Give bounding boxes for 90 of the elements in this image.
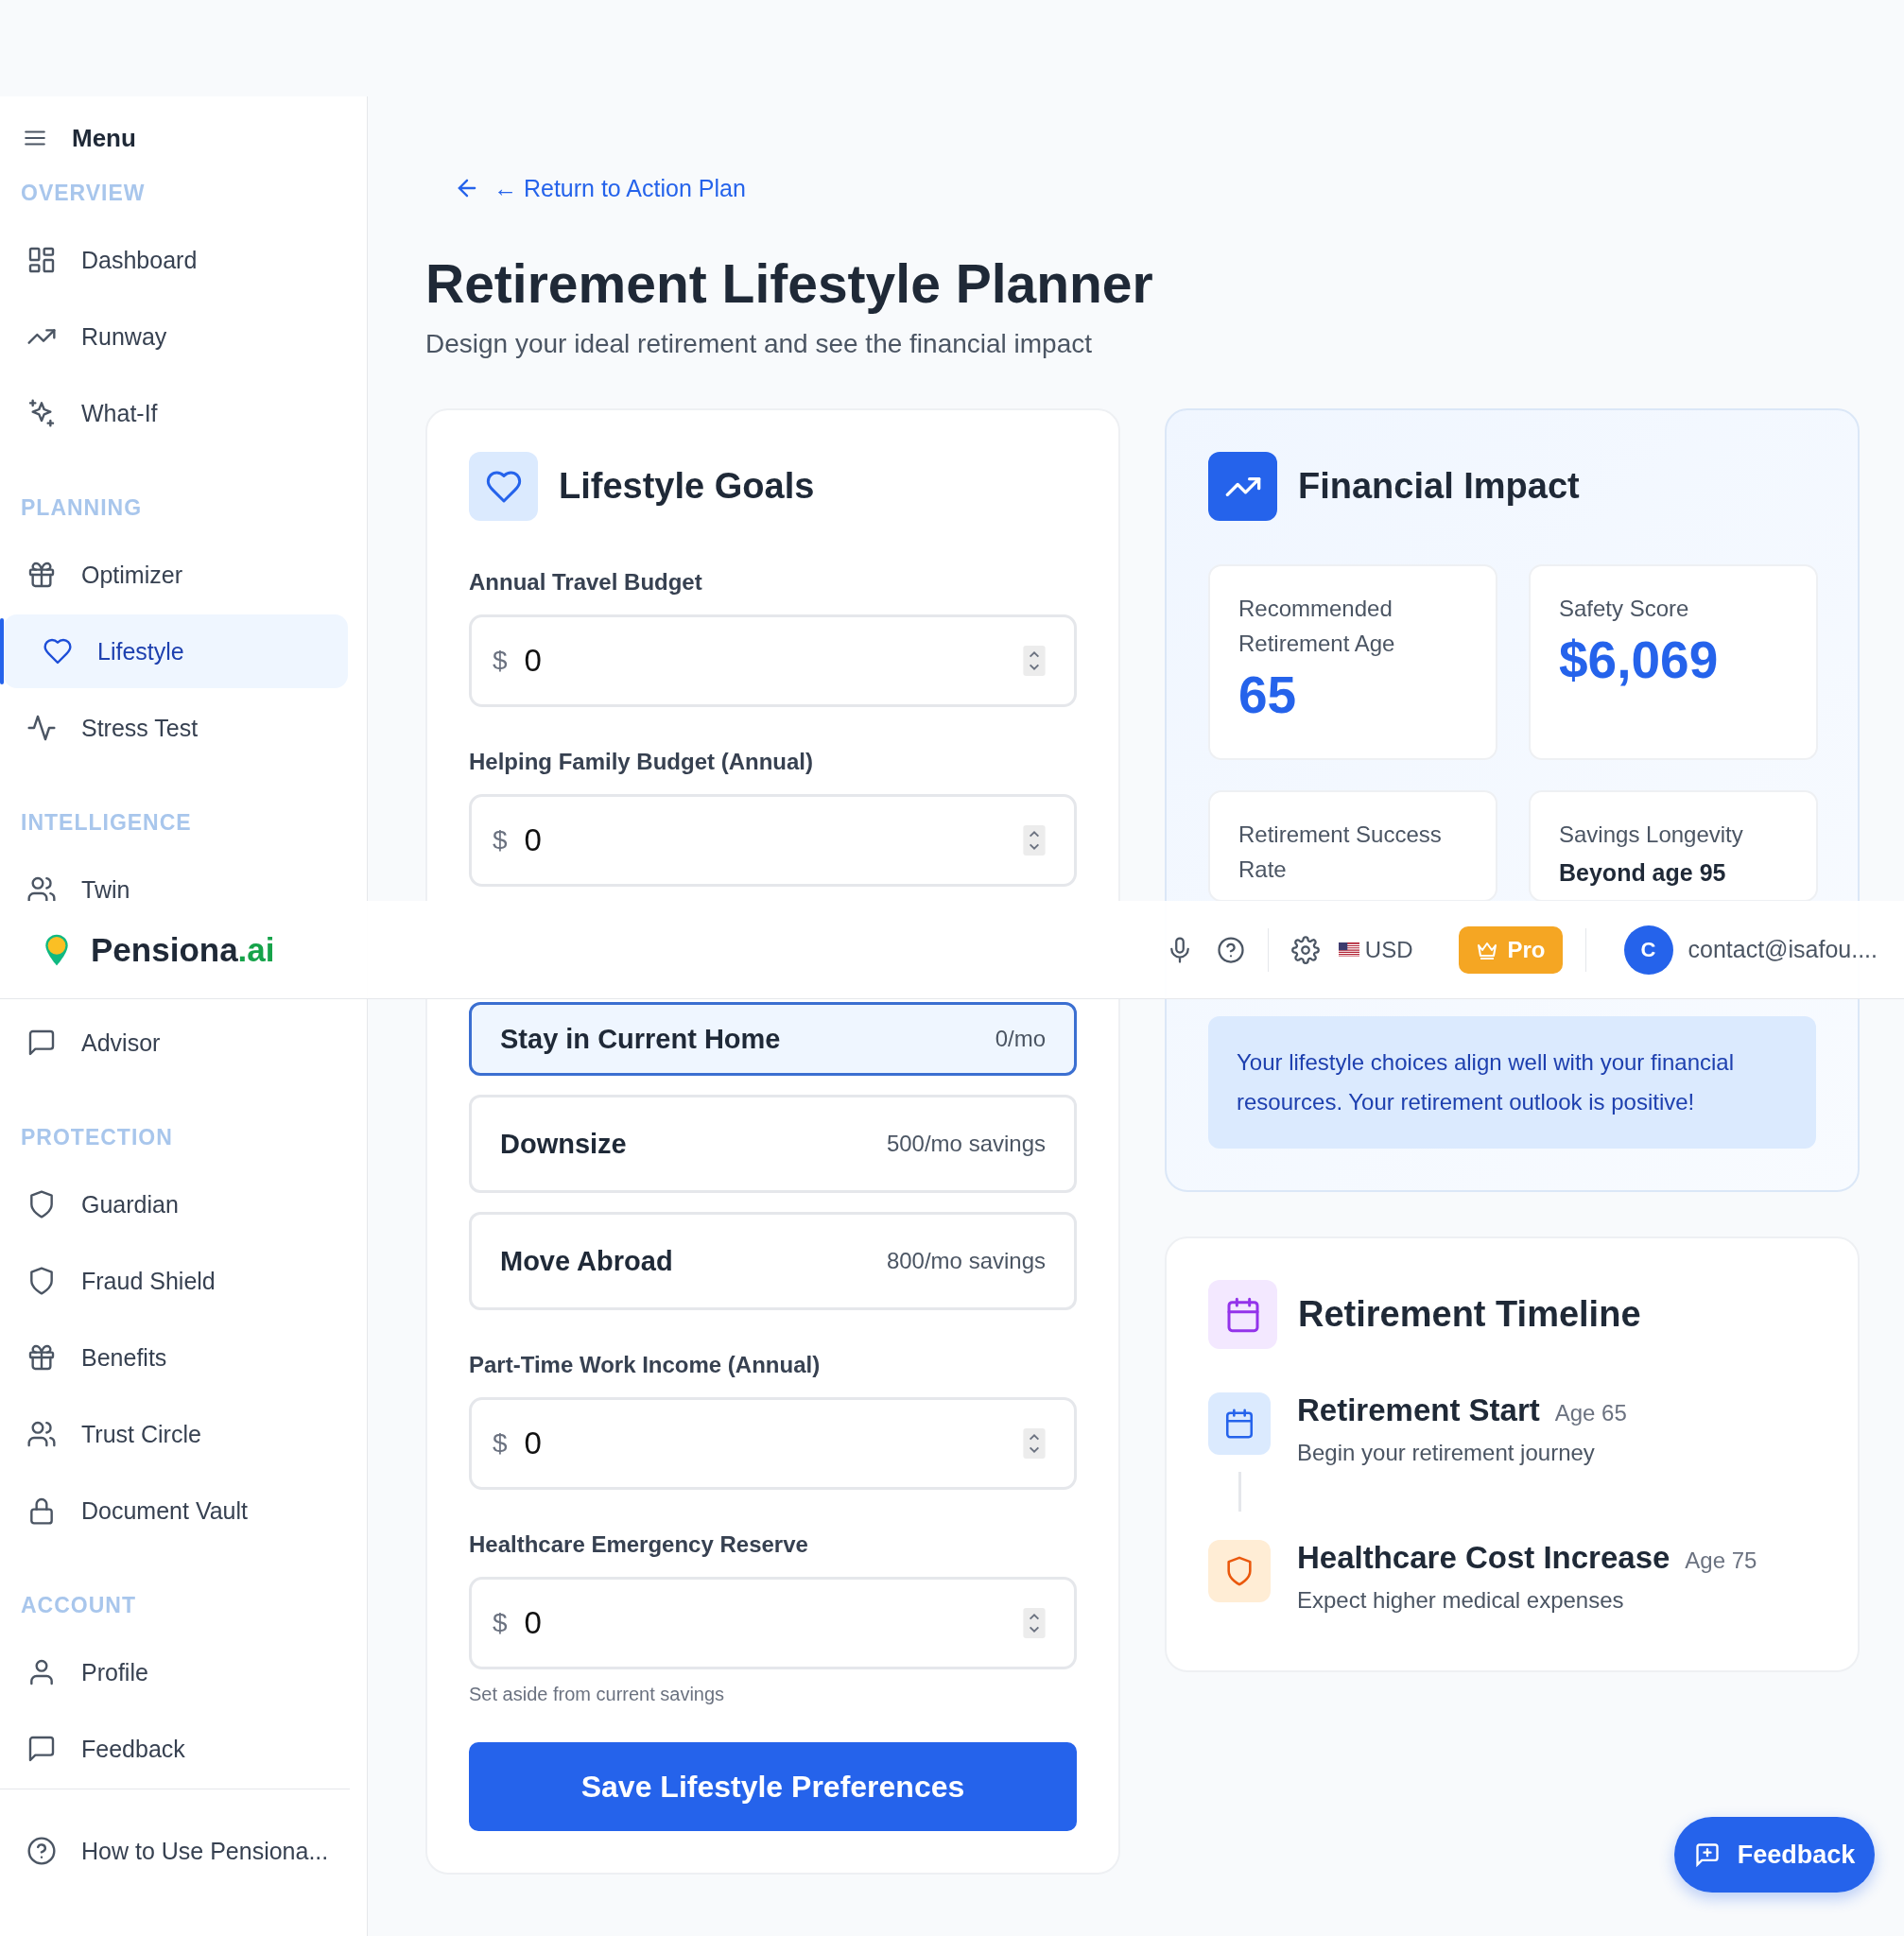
field-label: Healthcare Emergency Reserve xyxy=(469,1530,809,1559)
sidebar-item[interactable]: Stress Test xyxy=(4,713,348,743)
section-heading: INTELLIGENCE xyxy=(20,809,193,837)
help-icon xyxy=(26,1836,57,1866)
housing-option[interactable]: Stay in Current Home 0/mo xyxy=(469,1002,1077,1076)
brand-name: Pensiona.ai xyxy=(91,930,275,969)
currency-prefix: $ xyxy=(493,646,508,676)
amount-input[interactable]: 0 xyxy=(524,643,1006,679)
input-field[interactable]: $ 0 xyxy=(469,1577,1077,1669)
event-description: Expect higher medical expenses xyxy=(1297,1587,1625,1614)
input-field[interactable]: $ 0 xyxy=(469,614,1077,707)
help-link[interactable]: How to Use Pensiona... xyxy=(4,1836,348,1866)
users-icon xyxy=(26,1419,57,1449)
sidebar-item[interactable]: What-If xyxy=(4,398,348,428)
event-age: Age 65 xyxy=(1554,1400,1627,1426)
page-title: Retirement Lifestyle Planner xyxy=(425,252,1154,316)
card-title: Retirement Timeline xyxy=(1298,1294,1641,1335)
shield-icon xyxy=(1208,1540,1271,1602)
sidebar-item[interactable]: Feedback xyxy=(4,1734,348,1764)
feedback-button[interactable]: Feedback xyxy=(1674,1817,1875,1893)
sidebar-item[interactable]: Fraud Shield xyxy=(4,1266,348,1296)
input-field[interactable]: $ 0 xyxy=(469,1397,1077,1490)
page-subtitle: Design your ideal retirement and see the financial impact xyxy=(425,328,1094,360)
currency-selector[interactable]: USD xyxy=(1338,936,1413,963)
info-message: Your lifestyle choices align well with your financial resources. Your retirement outlook is positive! xyxy=(1208,1016,1816,1149)
help-icon[interactable] xyxy=(1216,935,1245,964)
stat-label: Recommended Retirement Age xyxy=(1238,595,1396,658)
spinner-icon[interactable] xyxy=(1023,825,1046,856)
field-label: Annual Travel Budget xyxy=(469,568,703,596)
flag-icon xyxy=(1338,942,1359,957)
spinner-icon[interactable] xyxy=(1023,1428,1046,1459)
gift-icon xyxy=(26,560,57,590)
section-heading: ACCOUNT xyxy=(20,1592,137,1619)
trend-up-icon xyxy=(1208,452,1277,521)
card-title: Lifestyle Goals xyxy=(559,466,815,507)
calendar-icon xyxy=(1208,1280,1277,1349)
sidebar-item[interactable]: Profile xyxy=(4,1657,348,1687)
heart-icon xyxy=(43,636,73,666)
section-heading: OVERVIEW xyxy=(20,180,147,207)
menu-title: Menu xyxy=(72,123,136,153)
settings-icon[interactable] xyxy=(1290,935,1320,964)
input-field[interactable]: $ 0 xyxy=(469,794,1077,887)
stat-value: $6,069 xyxy=(1559,630,1720,690)
housing-option[interactable]: Move Abroad 800/mo savings xyxy=(469,1212,1077,1310)
section-heading: PLANNING xyxy=(20,494,144,522)
field-hint: Set aside from current savings xyxy=(469,1683,726,1706)
stat-label: Savings Longevity xyxy=(1559,821,1744,849)
amount-input[interactable]: 0 xyxy=(524,1605,1006,1641)
sparkles-icon xyxy=(26,398,57,428)
gift-icon xyxy=(26,1342,57,1373)
amount-input[interactable]: 0 xyxy=(524,1426,1006,1461)
event-age: Age 75 xyxy=(1685,1547,1757,1574)
pulse-icon xyxy=(26,713,57,743)
sidebar-item[interactable]: Benefits xyxy=(4,1342,348,1373)
user-email[interactable]: contact@isafou.... xyxy=(1688,936,1878,963)
card-title: Financial Impact xyxy=(1298,466,1580,507)
stat-label: Retirement Success Rate xyxy=(1238,821,1443,884)
chat-icon xyxy=(26,1028,57,1058)
currency-prefix: $ xyxy=(493,1428,508,1459)
sidebar-item[interactable]: Guardian xyxy=(4,1189,348,1219)
sidebar-item[interactable]: Twin xyxy=(4,874,348,905)
back-link[interactable]: ← Return to Action Plan xyxy=(454,168,1904,208)
stat-value: 65 xyxy=(1238,665,1298,725)
avatar[interactable]: C xyxy=(1623,925,1673,975)
event-title: Healthcare Cost Increase xyxy=(1297,1540,1670,1576)
spinner-icon[interactable] xyxy=(1023,646,1046,676)
stat-value: Beyond age 95 xyxy=(1559,858,1727,888)
currency-prefix: $ xyxy=(493,825,508,856)
pin-logo-icon xyxy=(43,932,70,967)
grid-icon xyxy=(26,245,57,275)
sidebar-item[interactable]: Advisor xyxy=(4,1028,348,1058)
field-label: Part-Time Work Income (Annual) xyxy=(469,1351,822,1379)
stat-label: Safety Score xyxy=(1559,595,1690,623)
save-button[interactable]: Save Lifestyle Preferences xyxy=(469,1742,1077,1831)
housing-option[interactable]: Downsize 500/mo savings xyxy=(469,1095,1077,1193)
field-label: Helping Family Budget (Annual) xyxy=(469,748,814,776)
chat-icon xyxy=(1693,1841,1721,1868)
sidebar-item[interactable]: Runway xyxy=(4,321,348,352)
sidebar-item[interactable]: Dashboard xyxy=(4,245,348,275)
spinner-icon[interactable] xyxy=(1023,1608,1046,1638)
event-title: Retirement Start xyxy=(1297,1392,1540,1428)
calendar-icon xyxy=(1208,1392,1271,1455)
sidebar-item[interactable]: Document Vault xyxy=(4,1495,348,1526)
section-heading: PROTECTION xyxy=(20,1124,174,1151)
sidebar-item[interactable]: Trust Circle xyxy=(4,1419,348,1449)
currency-prefix: $ xyxy=(493,1608,508,1638)
sidebar-item[interactable]: Optimizer xyxy=(4,560,348,590)
chat-icon xyxy=(26,1734,57,1764)
event-description: Begin your retirement journey xyxy=(1297,1440,1596,1466)
amount-input[interactable]: 0 xyxy=(524,822,1006,858)
